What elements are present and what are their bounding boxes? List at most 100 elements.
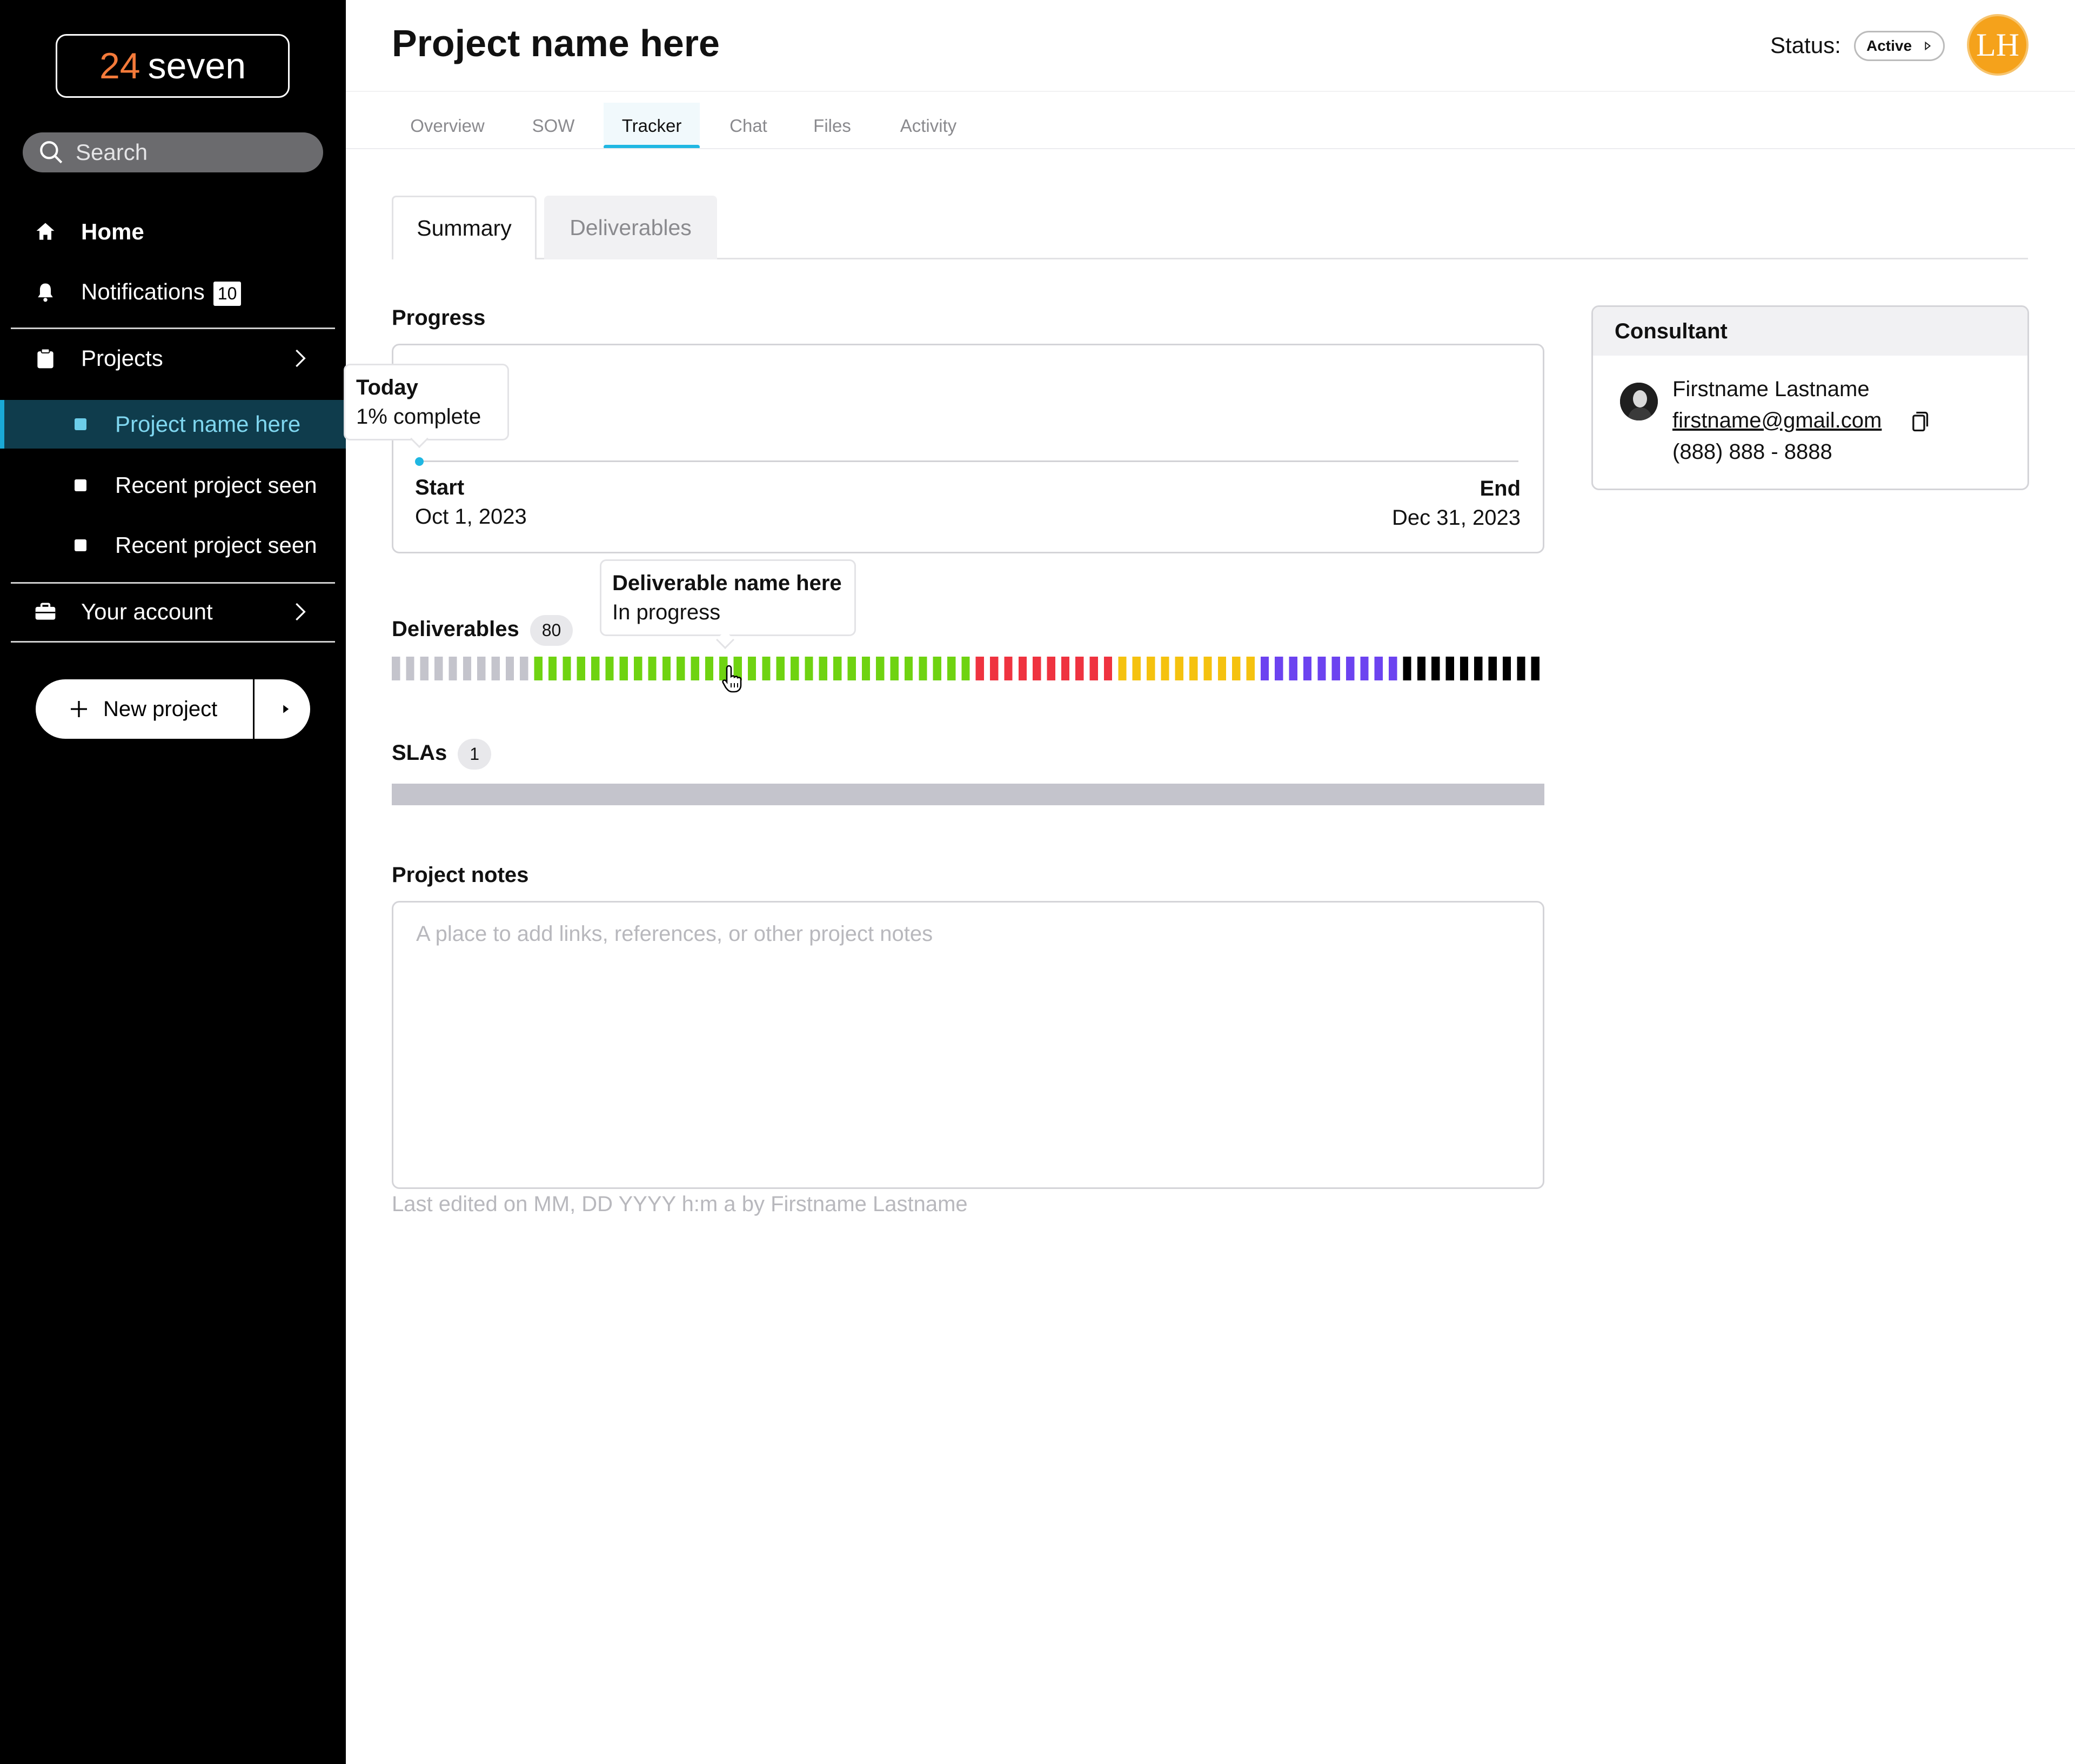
deliverable-segment[interactable]	[1389, 657, 1397, 680]
project-notes-textarea[interactable]	[392, 901, 1544, 1189]
deliverable-segment[interactable]	[1118, 657, 1127, 680]
deliverable-segment[interactable]	[1417, 657, 1426, 680]
deliverable-segment[interactable]	[1004, 657, 1013, 680]
subtab-summary[interactable]: Summary	[392, 196, 537, 259]
new-project-button[interactable]: New project	[36, 679, 310, 739]
consultant-email-link[interactable]: firstname@gmail.com	[1672, 409, 1882, 433]
sidebar-item-home[interactable]: Home	[0, 208, 346, 256]
deliverable-segment[interactable]	[1232, 657, 1241, 680]
sidebar-item-projects[interactable]: Projects	[0, 334, 346, 383]
deliverable-segment[interactable]	[1103, 657, 1113, 680]
deliverable-segment[interactable]	[406, 657, 414, 680]
deliverable-segment[interactable]	[1089, 657, 1098, 680]
deliverable-segment[interactable]	[392, 657, 400, 680]
deliverable-segment[interactable]	[1146, 657, 1155, 680]
deliverable-segment[interactable]	[1033, 657, 1041, 680]
deliverable-segment[interactable]	[890, 657, 899, 680]
deliverable-segment[interactable]	[1075, 657, 1084, 680]
tab-tracker[interactable]: Tracker	[604, 103, 700, 149]
sidebar-item-notifications[interactable]: Notifications 10	[0, 268, 346, 317]
tab-sow[interactable]: SOW	[522, 103, 585, 149]
deliverable-segment[interactable]	[975, 657, 984, 680]
deliverable-segment[interactable]	[1260, 657, 1269, 680]
deliverables-segment-bar[interactable]	[392, 657, 1545, 680]
slas-bar[interactable]	[392, 784, 1544, 805]
deliverable-segment[interactable]	[1217, 657, 1227, 680]
deliverable-segment[interactable]	[1189, 657, 1198, 680]
deliverable-segment[interactable]	[1517, 657, 1525, 680]
search-input[interactable]	[75, 139, 312, 166]
deliverable-segment[interactable]	[1374, 657, 1383, 680]
deliverable-segment[interactable]	[919, 657, 927, 680]
deliverable-segment[interactable]	[776, 657, 785, 680]
deliverable-segment[interactable]	[591, 657, 600, 680]
tab-overview[interactable]: Overview	[400, 103, 495, 149]
deliverable-segment[interactable]	[619, 657, 628, 680]
deliverable-segment[interactable]	[1445, 657, 1454, 680]
deliverable-segment[interactable]	[819, 657, 828, 680]
tab-chat[interactable]: Chat	[719, 103, 778, 149]
deliverable-segment[interactable]	[1132, 657, 1141, 680]
deliverable-segment[interactable]	[961, 657, 970, 680]
deliverable-segment[interactable]	[1360, 657, 1369, 680]
deliverable-segment[interactable]	[861, 657, 871, 680]
deliverable-segment[interactable]	[1460, 657, 1469, 680]
deliverable-segment[interactable]	[534, 657, 543, 680]
deliverable-segment[interactable]	[449, 657, 457, 680]
deliverable-segment[interactable]	[463, 657, 472, 680]
deliverable-segment[interactable]	[491, 657, 500, 680]
caret-right-icon[interactable]	[277, 701, 293, 717]
deliverable-segment[interactable]	[1303, 657, 1312, 680]
chevron-right-icon[interactable]	[289, 601, 311, 623]
deliverable-segment[interactable]	[662, 657, 671, 680]
deliverable-segment[interactable]	[847, 657, 856, 680]
sidebar-project-item[interactable]: Recent project seen	[0, 521, 346, 570]
search-bar[interactable]	[23, 132, 323, 172]
progress-today-marker[interactable]	[415, 457, 424, 466]
deliverable-segment[interactable]	[605, 657, 614, 680]
deliverable-segment[interactable]	[1289, 657, 1297, 680]
deliverable-segment[interactable]	[762, 657, 771, 680]
deliverable-segment[interactable]	[1403, 657, 1411, 680]
deliverable-segment[interactable]	[1502, 657, 1511, 680]
deliverable-segment[interactable]	[1018, 657, 1027, 680]
deliverable-segment[interactable]	[990, 657, 999, 680]
deliverable-segment[interactable]	[563, 657, 571, 680]
deliverable-segment[interactable]	[947, 657, 956, 680]
deliverable-segment[interactable]	[1175, 657, 1183, 680]
deliverable-segment[interactable]	[1346, 657, 1355, 680]
deliverable-segment[interactable]	[677, 657, 685, 680]
deliverable-segment[interactable]	[505, 657, 514, 680]
deliverable-segment[interactable]	[1317, 657, 1326, 680]
deliverable-segment[interactable]	[904, 657, 913, 680]
tab-activity[interactable]: Activity	[886, 103, 970, 149]
sidebar-project-item[interactable]: Recent project seen	[0, 461, 346, 510]
deliverable-segment[interactable]	[791, 657, 799, 680]
deliverable-segment[interactable]	[1047, 657, 1055, 680]
subtab-deliverables[interactable]: Deliverables	[544, 196, 717, 259]
chevron-right-icon[interactable]	[289, 348, 311, 369]
deliverable-segment[interactable]	[1161, 657, 1169, 680]
deliverable-segment[interactable]	[577, 657, 585, 680]
deliverable-segment[interactable]	[648, 657, 657, 680]
deliverable-segment[interactable]	[420, 657, 429, 680]
deliverable-segment[interactable]	[876, 657, 885, 680]
deliverable-segment[interactable]	[705, 657, 714, 680]
deliverable-segment[interactable]	[1431, 657, 1440, 680]
deliverable-segment[interactable]	[691, 657, 699, 680]
deliverable-segment[interactable]	[747, 657, 757, 680]
deliverable-segment[interactable]	[434, 657, 443, 680]
deliverable-segment[interactable]	[1331, 657, 1340, 680]
deliverable-segment[interactable]	[1203, 657, 1212, 680]
sidebar-project-item[interactable]: Project name here	[0, 400, 346, 449]
tab-files[interactable]: Files	[802, 103, 862, 149]
copy-icon[interactable]	[1906, 410, 1930, 433]
deliverable-segment[interactable]	[548, 657, 557, 680]
sidebar-item-your-account[interactable]: Your account	[0, 587, 346, 636]
deliverable-segment[interactable]	[1531, 657, 1539, 680]
deliverable-segment[interactable]	[477, 657, 486, 680]
deliverable-segment[interactable]	[1474, 657, 1483, 680]
deliverable-segment[interactable]	[1275, 657, 1283, 680]
deliverable-segment[interactable]	[520, 657, 528, 680]
deliverable-segment[interactable]	[833, 657, 842, 680]
